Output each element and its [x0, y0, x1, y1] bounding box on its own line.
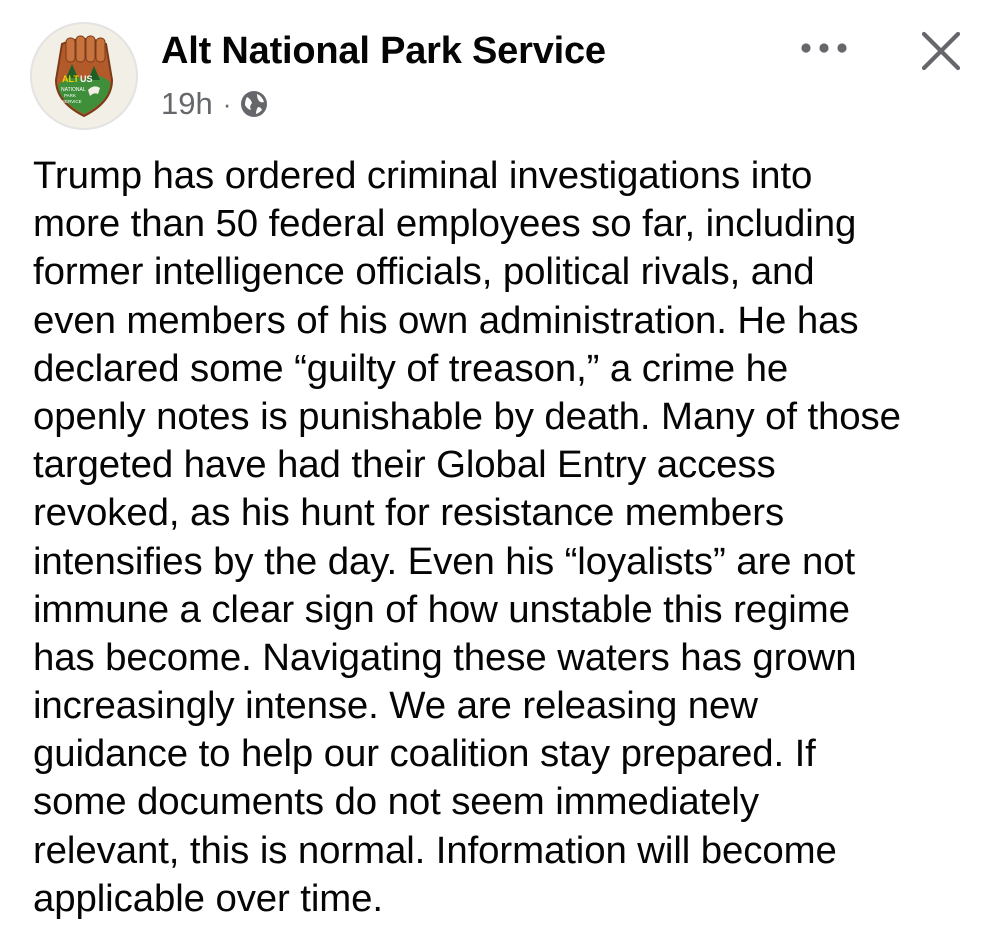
post-body-line: more than 50 federal employees so far, i…	[33, 202, 857, 246]
post-body-line: Trump has ordered criminal investigation…	[33, 154, 813, 197]
post-body-line: applicable over time.	[33, 876, 383, 920]
post-body-line: declared some “guilty of treason,” a cri…	[33, 346, 789, 390]
post-body-line: revoked, as his hunt for resistance memb…	[33, 491, 785, 535]
page-avatar[interactable]: ALT US NATIONAL PARK SERVICE	[30, 22, 138, 130]
post-body-line: immune a clear sign of how unstable this…	[33, 587, 850, 631]
close-button[interactable]	[914, 24, 968, 78]
post-body-line: guidance to help our coalition stay prep…	[33, 732, 816, 776]
facebook-post: ALT US NATIONAL PARK SERVICE Alt Nationa…	[0, 0, 1000, 941]
post-body-line: some documents do not seem immediately	[33, 780, 759, 824]
post-body-line: has become. Navigating these waters has …	[33, 635, 857, 679]
meta-separator: ·	[222, 88, 232, 119]
post-body-line: relevant, this is normal. Information wi…	[33, 828, 837, 872]
post-body: Trump has ordered criminal investigation…	[33, 152, 983, 923]
post-body-line: openly notes is punishable by death. Man…	[33, 394, 901, 438]
more-options-icon	[801, 43, 847, 53]
logo-text-line2: PARK	[64, 93, 76, 98]
post-body-line: intensifies by the day. Even his “loyali…	[33, 539, 856, 583]
logo-text-line3: SERVICE	[62, 99, 82, 104]
post-body-line: former intelligence officials, political…	[33, 250, 815, 294]
post-body-line: targeted have had their Global Entry acc…	[33, 443, 776, 487]
logo-text-us: US	[80, 74, 93, 84]
post-body-line: increasingly intense. We are releasing n…	[33, 684, 758, 728]
page-name-link[interactable]: Alt National Park Service	[161, 30, 606, 73]
globe-icon[interactable]	[239, 89, 269, 119]
post-body-line: even members of his own administration. …	[33, 298, 859, 342]
more-options-button[interactable]	[792, 28, 856, 72]
close-icon	[921, 31, 961, 71]
logo-text-alt: ALT	[62, 74, 79, 84]
post-meta: 19h ·	[161, 84, 269, 124]
post-timestamp[interactable]: 19h	[161, 86, 213, 122]
alt-nps-logo: ALT US NATIONAL PARK SERVICE	[54, 35, 114, 118]
